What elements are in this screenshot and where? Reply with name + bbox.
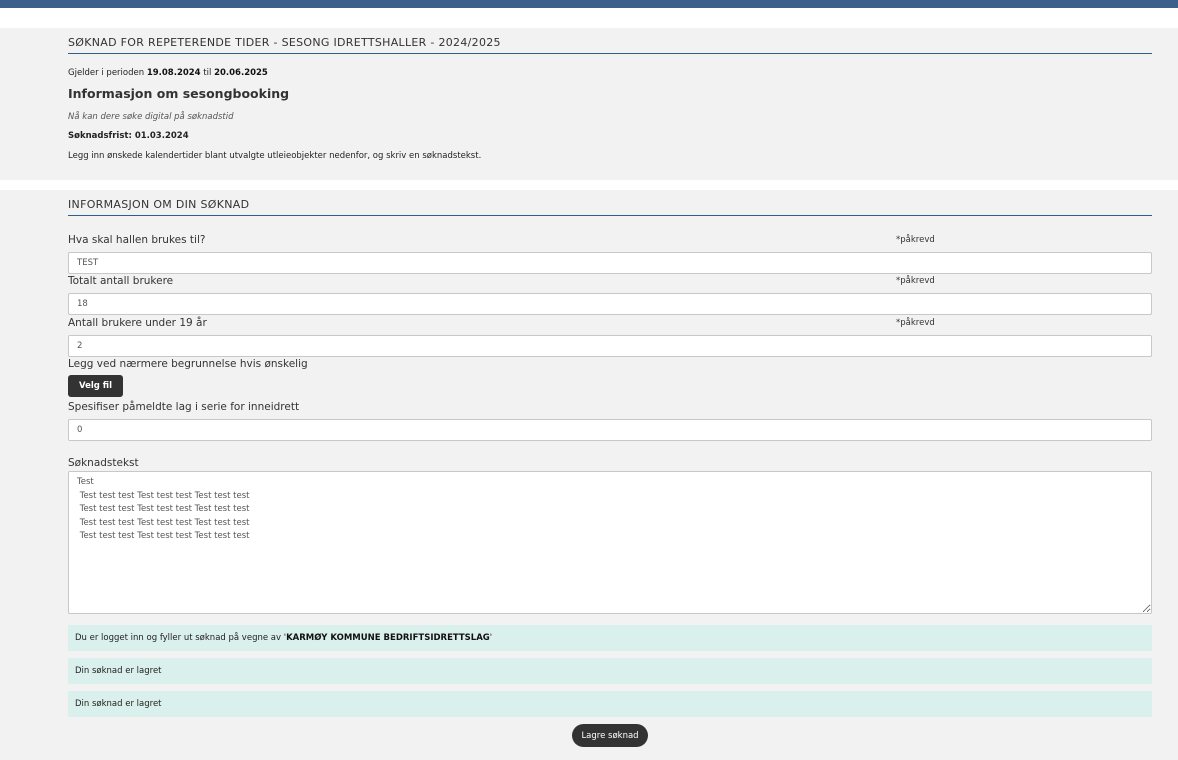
instructions: Legg inn ønskede kalendertider blant utv… [68, 151, 482, 161]
logged-in-notice: Du er logget inn og fyller ut søknad på … [68, 625, 1152, 651]
application-title: SØKNAD FOR REPETERENDE TIDER - SESONG ID… [68, 36, 1152, 54]
deadline: Søknadsfrist: 01.03.2024 [68, 131, 189, 141]
period-range: Gjelder i perioden 19.08.2024 til 20.06.… [68, 67, 268, 79]
under19-label: Antall brukere under 19 år [68, 317, 207, 329]
usage-label: Hva skal hallen brukes til? [68, 234, 206, 246]
application-form-panel: INFORMASJON OM DIN SØKNAD Hva skal halle… [0, 190, 1178, 760]
period-info-panel: SØKNAD FOR REPETERENDE TIDER - SESONG ID… [0, 28, 1178, 180]
period-prefix: Gjelder i perioden [68, 68, 147, 78]
attachment-label: Legg ved nærmere begrunnelse hvis ønskel… [68, 358, 308, 370]
under19-required-label: *påkrevd [896, 318, 935, 328]
under19-input[interactable] [68, 335, 1152, 357]
period-start: 19.08.2024 [146, 68, 201, 78]
teams-label: Spesifiser påmeldte lag i serie for inne… [68, 401, 300, 413]
saved-notice: Din søknad er lagret [68, 658, 1152, 684]
usage-required-label: *påkrevd [896, 235, 935, 245]
top-bar [0, 0, 1178, 8]
organization-name: KARMØY KOMMUNE BEDRIFTSIDRETTSLAG [286, 633, 490, 643]
period-middle: til [200, 68, 215, 78]
choose-file-button[interactable]: Velg fil [68, 375, 123, 397]
usage-input[interactable] [68, 252, 1152, 274]
digital-note: Nå kan dere søke digital på søknadstid [68, 112, 234, 122]
saved-notice-2: Din søknad er lagret [68, 691, 1152, 717]
period-end: 20.06.2025 [214, 68, 268, 78]
total-users-required-label: *påkrevd [896, 276, 935, 286]
logged-in-prefix: Du er logget inn og fyller ut søknad på … [75, 633, 287, 643]
info-heading: Informasjon om sesongbooking [68, 86, 290, 101]
total-users-label: Totalt antall brukere [68, 275, 174, 287]
form-title: INFORMASJON OM DIN SØKNAD [68, 198, 1152, 216]
application-text-area[interactable]: Test Test test test Test test test Test … [68, 471, 1152, 614]
total-users-input[interactable] [68, 293, 1152, 315]
save-application-button[interactable]: Lagre søknad [572, 724, 648, 747]
application-text-label: Søknadstekst [68, 457, 139, 469]
logged-in-suffix: ' [489, 633, 493, 643]
teams-input[interactable] [68, 419, 1152, 441]
